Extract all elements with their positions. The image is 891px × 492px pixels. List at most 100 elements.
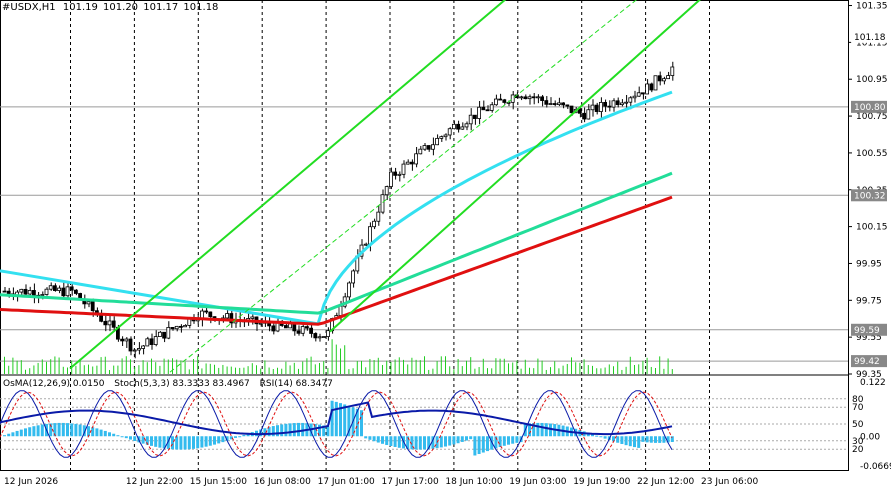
candle-body	[590, 104, 595, 111]
candle-body	[363, 243, 368, 246]
osma-bar	[103, 430, 107, 437]
price-tag-label: 100.80	[854, 103, 886, 113]
osma-bar	[452, 436, 456, 445]
osma-bar	[599, 436, 603, 438]
candle-body	[636, 92, 641, 97]
candle-body	[27, 290, 32, 295]
candle-body	[405, 161, 410, 165]
candle-body	[418, 148, 423, 155]
candle-body	[443, 134, 448, 138]
osma-bar	[108, 432, 111, 437]
candle-body	[401, 163, 406, 175]
osma-bar	[637, 436, 641, 448]
y-tick-label: 100.55	[856, 149, 888, 159]
chart-frame	[0, 0, 849, 471]
candle-body	[649, 83, 654, 91]
candle-body	[464, 123, 469, 128]
candle-body	[620, 102, 624, 106]
candle-body	[426, 145, 431, 150]
candle-body	[632, 95, 637, 99]
candle-body	[498, 98, 503, 101]
osma-bar	[112, 433, 116, 437]
candle-body	[615, 100, 620, 106]
candle-body	[208, 311, 213, 318]
candle-body	[61, 287, 66, 297]
candle-body	[292, 323, 297, 332]
osma-bar	[645, 436, 649, 443]
osma-bar	[418, 436, 422, 450]
candle-body	[204, 310, 209, 313]
osma-bar	[129, 436, 132, 440]
candle-body	[120, 338, 124, 342]
osma-bar	[456, 436, 460, 444]
candle-body	[19, 288, 24, 293]
candle-body	[485, 109, 490, 112]
x-tick-label: 18 Jun 10:00	[445, 477, 502, 487]
osma-bar	[628, 436, 632, 447]
candle-body	[124, 338, 129, 342]
candle-body	[653, 75, 658, 91]
candle-body	[166, 327, 171, 339]
candle-body	[586, 109, 591, 120]
candle-body	[128, 338, 133, 352]
indicator-right-tick: 70	[852, 403, 864, 413]
candle-body	[136, 348, 141, 351]
osma-bar	[61, 422, 65, 437]
candle-body	[157, 331, 162, 337]
osma-bar	[486, 436, 489, 452]
osma-bar	[389, 436, 393, 447]
candle-body	[325, 330, 330, 337]
candle-body	[430, 144, 435, 150]
osma-bar	[481, 436, 485, 453]
osma-bar	[70, 423, 74, 437]
osma-bar	[292, 423, 296, 437]
candle-body	[397, 173, 402, 176]
candle-body	[174, 325, 179, 330]
candle-body	[523, 96, 528, 100]
price-chart[interactable]: 101.35101.15100.95100.75100.55100.35100.…	[0, 0, 891, 492]
candle-body	[489, 104, 494, 111]
candle-body	[603, 101, 607, 107]
candle-body	[388, 171, 393, 187]
x-tick-label: 17 Jun 17:00	[382, 477, 439, 487]
osma-bar	[381, 436, 384, 444]
candle-body	[300, 326, 305, 334]
osma-bar	[87, 426, 90, 437]
candle-body	[132, 349, 137, 352]
osma-bar	[423, 436, 426, 450]
osma-bar	[208, 436, 212, 446]
candle-body	[662, 78, 666, 82]
candle-body	[103, 320, 108, 326]
osma-bar	[297, 422, 300, 437]
candle-body	[86, 301, 91, 305]
osma-bar	[498, 436, 502, 448]
candle-body	[510, 94, 515, 103]
osma-bar	[99, 429, 103, 437]
osma-bar	[24, 428, 27, 437]
candle-body	[250, 316, 255, 319]
candle-body	[569, 105, 574, 114]
osma-bar	[448, 436, 452, 446]
candle-body	[611, 100, 616, 108]
indicator-left-tick: -0.0669	[860, 462, 891, 472]
osma-bar	[469, 436, 473, 440]
indicator-left-tick: 0.00	[860, 432, 880, 442]
osma-bar	[284, 423, 288, 437]
candle-body	[409, 161, 414, 165]
y-tick-label: 101.35	[856, 2, 888, 12]
candle-body	[477, 106, 482, 119]
x-tick-label: 12 Jun 22:00	[126, 477, 183, 487]
candle-body	[439, 136, 444, 139]
candle-body	[607, 105, 612, 108]
candle-body	[178, 325, 183, 328]
osma-bar	[368, 436, 372, 440]
osma-bar	[91, 427, 95, 437]
osma-bar	[3, 435, 6, 437]
osma-bar	[66, 423, 69, 437]
osma-bar	[28, 427, 32, 437]
osma-bar	[234, 436, 237, 438]
candle-body	[414, 153, 419, 165]
candle-body	[69, 286, 74, 291]
osma-bar	[544, 423, 548, 437]
osma-bar	[385, 436, 389, 445]
